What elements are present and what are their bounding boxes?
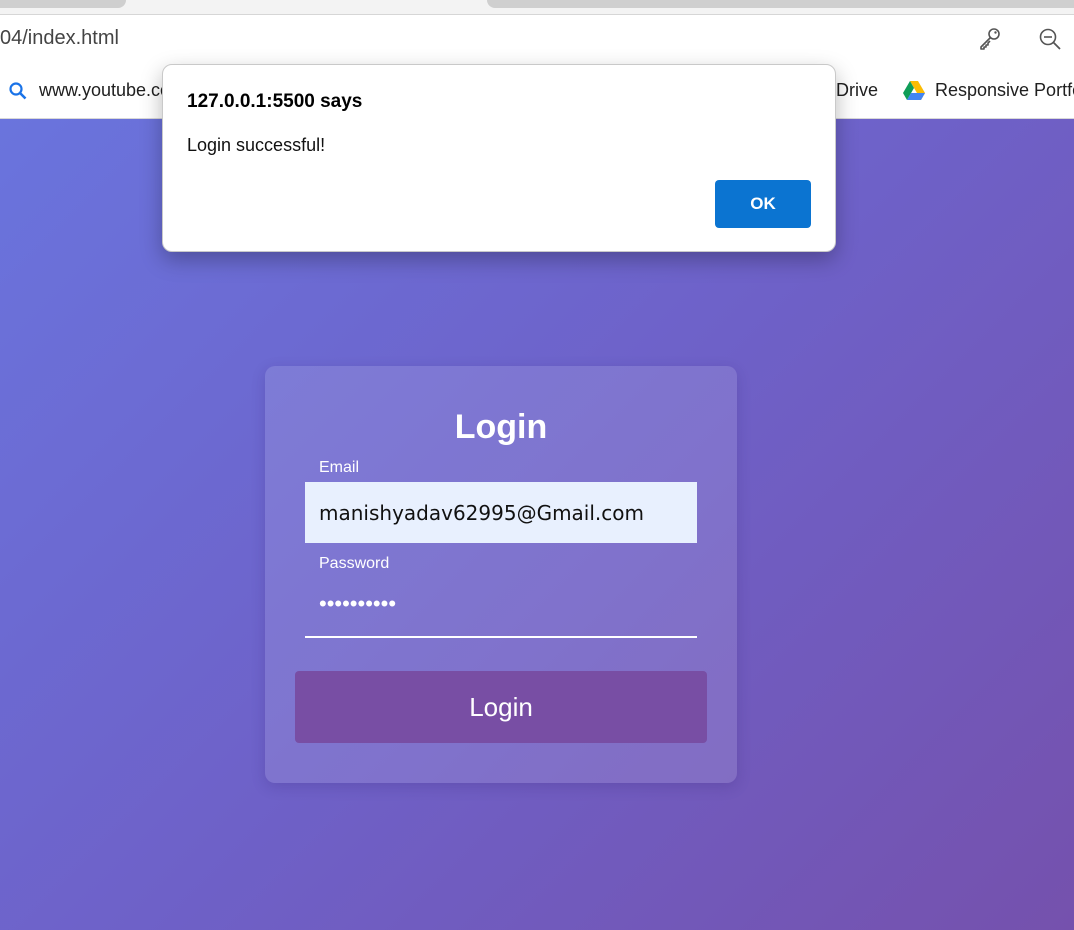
browser-tab[interactable] — [0, 0, 126, 8]
login-title: Login — [454, 408, 548, 446]
dialog-title: 127.0.0.1:5500 says — [187, 91, 363, 112]
bookmark-drive[interactable]: Drive — [836, 80, 878, 101]
login-card: Login Email Password •••••••••• Login — [265, 366, 737, 783]
dialog-message: Login successful! — [187, 135, 326, 155]
login-button[interactable]: Login — [295, 671, 707, 743]
search-icon — [9, 82, 27, 100]
password-field[interactable]: •••••••••• — [305, 581, 697, 638]
key-icon[interactable] — [977, 26, 1003, 52]
tab-strip — [0, 0, 1074, 15]
alert-dialog: 127.0.0.1:5500 says Login successful! OK — [162, 64, 836, 252]
email-label: Email — [319, 459, 360, 476]
url-text[interactable]: 04/index.html — [0, 27, 119, 50]
ok-button[interactable]: OK — [715, 180, 811, 228]
zoom-out-icon[interactable] — [1037, 26, 1063, 52]
browser-tab[interactable] — [487, 0, 1074, 8]
bookmark-responsive-portfolio[interactable]: Responsive Portfo — [935, 80, 1074, 101]
address-bar[interactable]: 04/index.html — [0, 15, 1074, 63]
password-label: Password — [319, 555, 390, 572]
google-drive-icon — [903, 81, 925, 100]
password-mask: •••••••••• — [319, 591, 397, 616]
email-field[interactable] — [305, 482, 697, 543]
bookmark-youtube[interactable]: www.youtube.co — [39, 80, 170, 101]
